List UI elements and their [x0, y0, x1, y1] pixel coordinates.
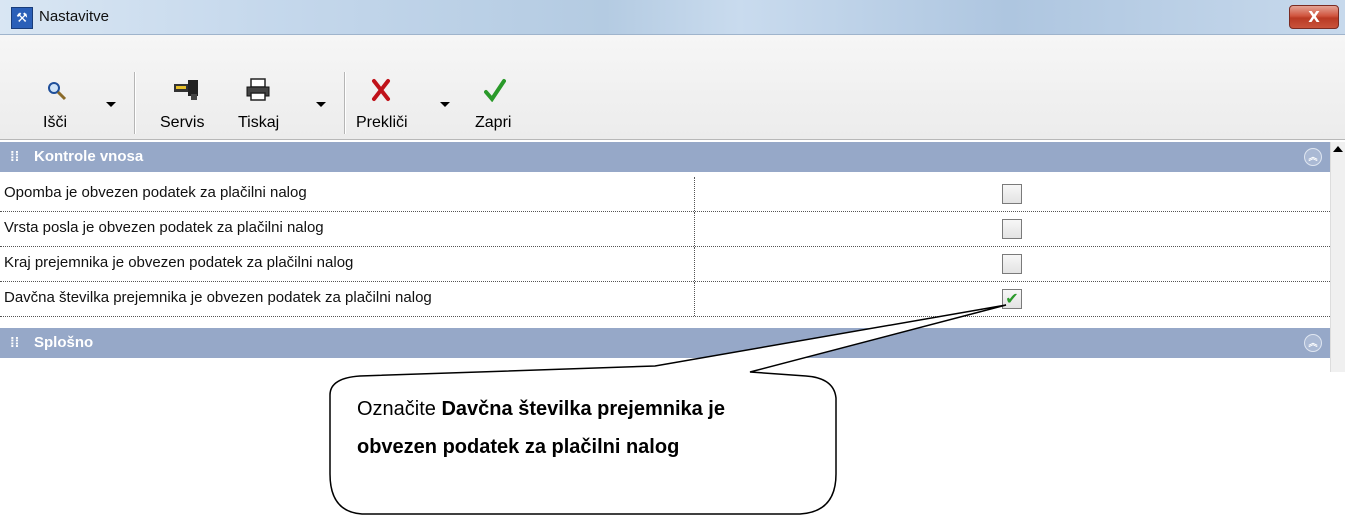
section-title: Splošno [34, 334, 94, 351]
collapse-icon[interactable]: ︽ [1304, 148, 1322, 166]
grip-icon: ⁞⁞ [10, 334, 20, 350]
magnifier-icon [48, 82, 67, 101]
section-header-input-controls[interactable]: ⁞⁞ Kontrole vnosa ︽ [0, 142, 1330, 172]
column-divider [694, 282, 695, 316]
settings-row: Kraj prejemnika je obvezen podatek za pl… [0, 247, 1330, 282]
callout-text: Označite Davčna številka prejemnika je o… [357, 390, 807, 466]
green-check-icon [484, 79, 506, 102]
grip-icon: ⁞⁞ [10, 148, 20, 164]
row-label: Opomba je obvezen podatek za plačilni na… [4, 184, 307, 201]
search-dropdown-arrow[interactable] [106, 102, 116, 107]
settings-window: ⚒ Nastavitve X Išči Servis Tiskaj Prekli… [0, 0, 1345, 372]
settings-row: Davčna številka prejemnika je obvezen po… [0, 282, 1330, 317]
window-title: Nastavitve [39, 8, 110, 25]
column-divider [694, 212, 695, 246]
row-checkbox-checked[interactable]: ✔ [1002, 289, 1022, 309]
column-divider [694, 247, 695, 281]
cancel-dropdown-arrow[interactable] [440, 102, 450, 107]
vertical-scrollbar[interactable] [1330, 142, 1345, 372]
service-tools-icon [174, 80, 198, 100]
row-checkbox[interactable] [1002, 254, 1022, 274]
callout-prefix: Označite [357, 398, 442, 420]
print-dropdown-arrow[interactable] [316, 102, 326, 107]
scroll-up-arrow[interactable] [1333, 146, 1343, 152]
close-label: Zapri [475, 114, 512, 131]
row-label: Davčna številka prejemnika je obvezen po… [4, 289, 432, 306]
row-checkbox[interactable] [1002, 219, 1022, 239]
row-checkbox[interactable] [1002, 184, 1022, 204]
section-header-general[interactable]: ⁞⁞ Splošno ︽ [0, 328, 1330, 358]
collapse-icon[interactable]: ︽ [1304, 334, 1322, 352]
toolbar-separator [344, 72, 346, 134]
title-bar: ⚒ Nastavitve X [0, 0, 1345, 35]
toolbar-separator [134, 72, 136, 134]
app-icon: ⚒ [11, 7, 33, 29]
service-label: Servis [160, 114, 205, 131]
cancel-label: Prekliči [356, 114, 408, 131]
printer-icon [246, 78, 270, 101]
section-title: Kontrole vnosa [34, 148, 144, 165]
red-x-icon [372, 79, 390, 101]
column-divider [694, 177, 695, 211]
row-label: Kraj prejemnika je obvezen podatek za pl… [4, 254, 354, 271]
search-label: Išči [43, 114, 67, 131]
row-label: Vrsta posla je obvezen podatek za plačil… [4, 219, 324, 236]
print-label: Tiskaj [238, 114, 280, 131]
settings-row: Opomba je obvezen podatek za plačilni na… [0, 177, 1330, 212]
close-window-button[interactable]: X [1289, 5, 1339, 29]
settings-row: Vrsta posla je obvezen podatek za plačil… [0, 212, 1330, 247]
